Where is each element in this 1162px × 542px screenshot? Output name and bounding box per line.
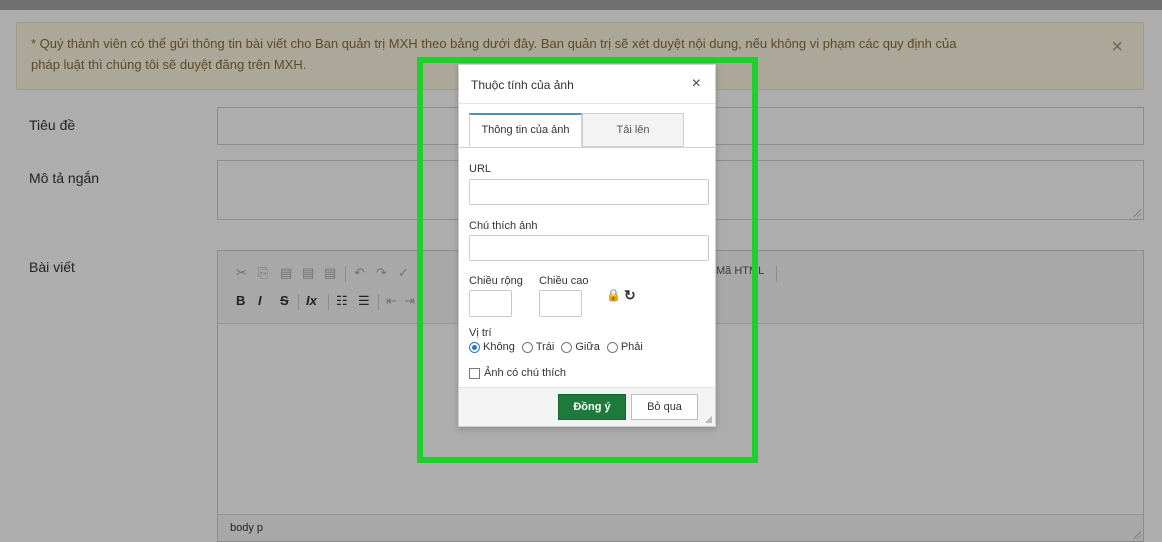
width-input[interactable] bbox=[469, 290, 512, 317]
radio-icon bbox=[561, 341, 573, 353]
radio-icon bbox=[521, 341, 533, 353]
caption-label: Chú thích ảnh bbox=[469, 220, 538, 232]
position-label: Vị trí bbox=[469, 327, 492, 339]
dialog-tabs: Thông tin của ảnh Tải lên bbox=[459, 113, 715, 148]
radio-icon bbox=[606, 341, 618, 353]
url-label: URL bbox=[469, 163, 492, 175]
lock-ratio-icon[interactable]: 🔒 bbox=[606, 288, 621, 302]
tab-upload[interactable]: Tải lên bbox=[582, 113, 684, 147]
close-icon[interactable]: × bbox=[692, 75, 701, 93]
position-none-radio[interactable]: Không bbox=[469, 341, 515, 353]
dialog-header: Thuộc tính của ảnh × bbox=[459, 65, 715, 104]
dialog-resize-icon[interactable] bbox=[704, 415, 712, 423]
caption-input[interactable] bbox=[469, 235, 709, 261]
ok-button[interactable]: Đồng ý bbox=[558, 394, 626, 420]
position-radio-group: Không Trái Giữa Phải bbox=[469, 341, 650, 353]
dialog-title: Thuộc tính của ảnh bbox=[471, 78, 574, 92]
cancel-button[interactable]: Bỏ qua bbox=[631, 394, 698, 420]
width-label: Chiều rộng bbox=[469, 275, 523, 287]
checkbox-icon bbox=[469, 367, 480, 379]
captioned-checkbox[interactable]: Ảnh có chú thích bbox=[469, 367, 566, 379]
image-properties-dialog: Thuộc tính của ảnh × Thông tin của ảnh T… bbox=[458, 64, 716, 427]
radio-icon bbox=[469, 341, 480, 353]
reset-size-icon[interactable]: ↻ bbox=[624, 287, 636, 304]
dialog-footer: Đồng ý Bỏ qua bbox=[459, 387, 715, 426]
url-input[interactable] bbox=[469, 179, 709, 205]
position-center-radio[interactable]: Giữa bbox=[561, 341, 600, 353]
position-right-radio[interactable]: Phải bbox=[606, 341, 643, 353]
position-left-radio[interactable]: Trái bbox=[521, 341, 554, 353]
height-label: Chiều cao bbox=[539, 275, 589, 287]
height-input[interactable] bbox=[539, 290, 582, 317]
tab-image-info[interactable]: Thông tin của ảnh bbox=[469, 113, 582, 147]
